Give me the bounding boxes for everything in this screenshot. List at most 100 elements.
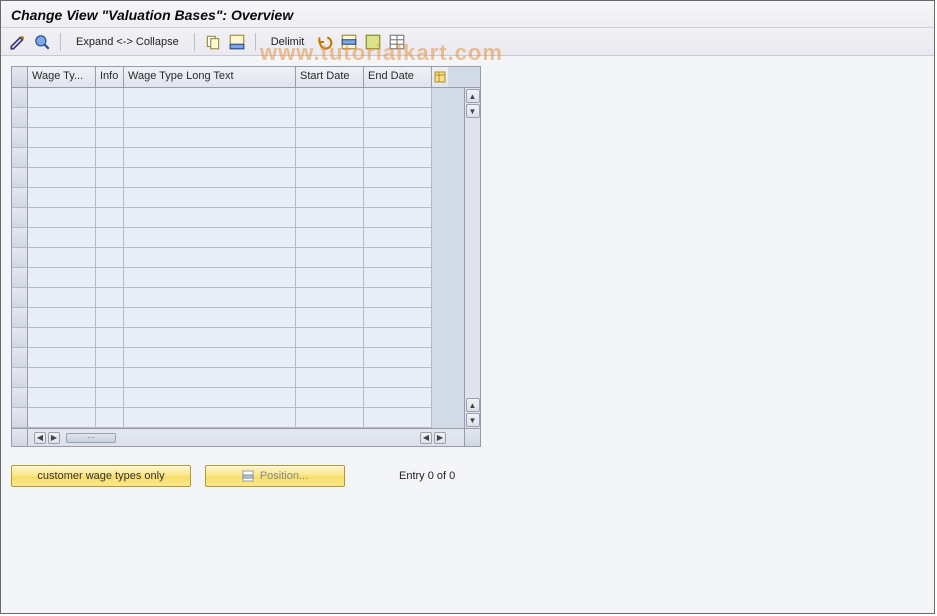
table-cell[interactable] — [296, 148, 364, 168]
table-cell[interactable] — [124, 188, 296, 208]
row-selector[interactable] — [12, 268, 28, 288]
table-cell[interactable] — [124, 268, 296, 288]
table-cell[interactable] — [124, 128, 296, 148]
table-cell[interactable] — [96, 328, 124, 348]
table-cell[interactable] — [364, 148, 432, 168]
scroll-right-icon[interactable]: ▶ — [434, 432, 446, 444]
row-selector[interactable] — [12, 168, 28, 188]
scroll-down-icon[interactable]: ▼ — [466, 413, 480, 427]
row-selector[interactable] — [12, 308, 28, 328]
table-cell[interactable] — [28, 128, 96, 148]
table-cell[interactable] — [364, 208, 432, 228]
table-cell[interactable] — [296, 128, 364, 148]
table-cell[interactable] — [296, 108, 364, 128]
table-cell[interactable] — [296, 268, 364, 288]
table-cell[interactable] — [364, 188, 432, 208]
table-cell[interactable] — [96, 88, 124, 108]
table-cell[interactable] — [364, 128, 432, 148]
customer-wage-types-only-button[interactable]: customer wage types only — [11, 465, 191, 487]
table-cell[interactable] — [124, 328, 296, 348]
scroll-up-step-icon[interactable]: ▲ — [466, 398, 480, 412]
column-header-long-text[interactable]: Wage Type Long Text — [124, 67, 296, 87]
table-cell[interactable] — [296, 388, 364, 408]
row-selector[interactable] — [12, 208, 28, 228]
table-cell[interactable] — [296, 88, 364, 108]
row-selector[interactable] — [12, 328, 28, 348]
table-cell[interactable] — [364, 388, 432, 408]
scroll-down-step-icon[interactable]: ▼ — [466, 104, 480, 118]
table-cell[interactable] — [124, 408, 296, 428]
table-cell[interactable] — [28, 148, 96, 168]
table-cell[interactable] — [96, 128, 124, 148]
table-cell[interactable] — [364, 108, 432, 128]
table-cell[interactable] — [124, 88, 296, 108]
column-header-info[interactable]: Info — [96, 67, 124, 87]
row-selector-header[interactable] — [12, 67, 28, 87]
table-cell[interactable] — [364, 288, 432, 308]
row-selector[interactable] — [12, 128, 28, 148]
table-cell[interactable] — [96, 168, 124, 188]
scroll-up-icon[interactable]: ▲ — [466, 89, 480, 103]
table-cell[interactable] — [364, 248, 432, 268]
select-block-icon[interactable] — [340, 33, 358, 51]
table-cell[interactable] — [28, 268, 96, 288]
row-selector[interactable] — [12, 408, 28, 428]
table-cell[interactable] — [296, 168, 364, 188]
row-selector[interactable] — [12, 228, 28, 248]
table-cell[interactable] — [364, 228, 432, 248]
row-selector[interactable] — [12, 348, 28, 368]
column-header-end-date[interactable]: End Date — [364, 67, 432, 87]
table-cell[interactable] — [124, 288, 296, 308]
table-cell[interactable] — [364, 308, 432, 328]
table-cell[interactable] — [96, 248, 124, 268]
table-cell[interactable] — [124, 248, 296, 268]
table-cell[interactable] — [96, 208, 124, 228]
row-selector[interactable] — [12, 188, 28, 208]
table-cell[interactable] — [96, 288, 124, 308]
table-cell[interactable] — [124, 368, 296, 388]
copy-icon[interactable] — [204, 33, 222, 51]
table-cell[interactable] — [364, 368, 432, 388]
table-cell[interactable] — [296, 368, 364, 388]
undo-icon[interactable] — [316, 33, 334, 51]
table-cell[interactable] — [296, 208, 364, 228]
table-cell[interactable] — [364, 268, 432, 288]
table-cell[interactable] — [364, 168, 432, 188]
table-cell[interactable] — [364, 88, 432, 108]
scroll-right-step-icon[interactable]: ▶ — [48, 432, 60, 444]
table-cell[interactable] — [296, 288, 364, 308]
table-settings-icon[interactable] — [388, 33, 406, 51]
table-cell[interactable] — [124, 228, 296, 248]
table-cell[interactable] — [124, 308, 296, 328]
table-cell[interactable] — [96, 268, 124, 288]
table-cell[interactable] — [124, 348, 296, 368]
table-cell[interactable] — [28, 188, 96, 208]
table-cell[interactable] — [28, 348, 96, 368]
table-cell[interactable] — [124, 208, 296, 228]
table-cell[interactable] — [96, 188, 124, 208]
table-cell[interactable] — [28, 88, 96, 108]
table-cell[interactable] — [296, 228, 364, 248]
row-selector[interactable] — [12, 368, 28, 388]
table-cell[interactable] — [96, 228, 124, 248]
position-button[interactable]: Position... — [205, 465, 345, 487]
table-cell[interactable] — [28, 408, 96, 428]
delimit-button[interactable]: Delimit — [265, 34, 311, 50]
table-cell[interactable] — [124, 168, 296, 188]
change-icon[interactable] — [9, 33, 27, 51]
row-selector[interactable] — [12, 288, 28, 308]
select-all-icon[interactable] — [228, 33, 246, 51]
column-header-start-date[interactable]: Start Date — [296, 67, 364, 87]
row-selector[interactable] — [12, 248, 28, 268]
table-cell[interactable] — [296, 348, 364, 368]
scroll-left-icon[interactable]: ◀ — [34, 432, 46, 444]
table-cell[interactable] — [96, 408, 124, 428]
details-icon[interactable] — [33, 33, 51, 51]
table-cell[interactable] — [296, 308, 364, 328]
expand-collapse-button[interactable]: Expand <-> Collapse — [70, 34, 185, 50]
table-cell[interactable] — [364, 328, 432, 348]
column-header-wage-type[interactable]: Wage Ty... — [28, 67, 96, 87]
table-cell[interactable] — [296, 408, 364, 428]
table-cell[interactable] — [28, 208, 96, 228]
table-cell[interactable] — [28, 108, 96, 128]
